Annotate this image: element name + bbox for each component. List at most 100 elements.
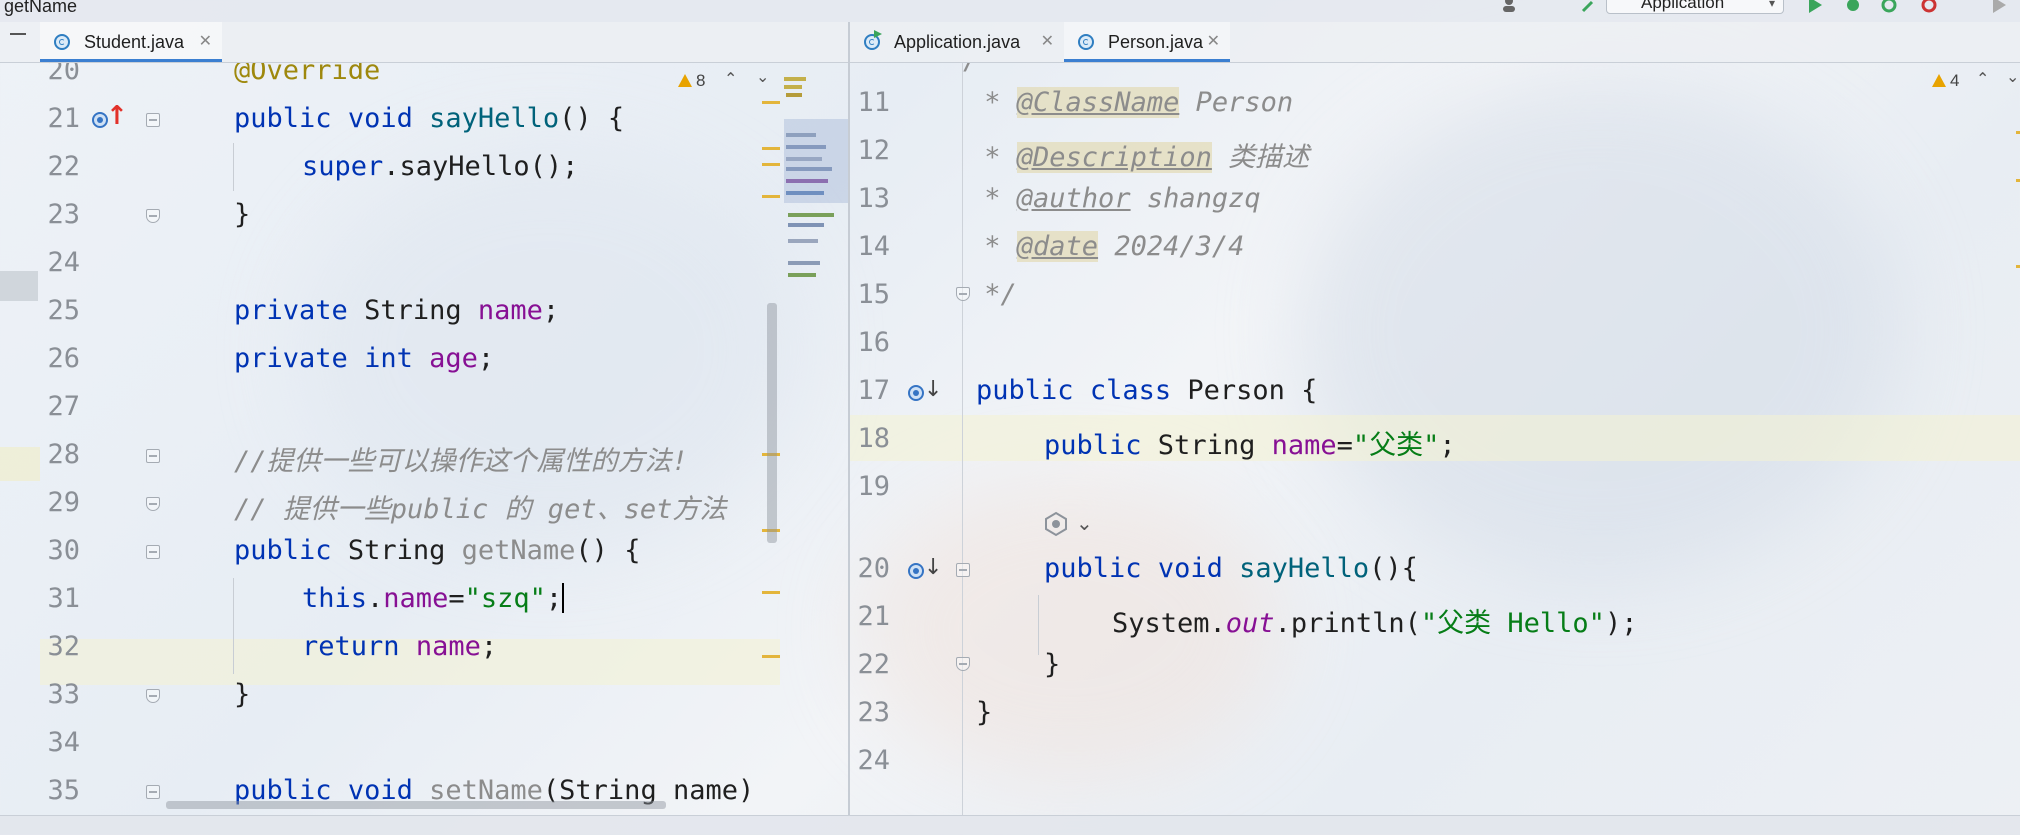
collapse-icon[interactable] bbox=[10, 33, 26, 35]
fold-end-icon[interactable] bbox=[146, 689, 160, 703]
warning-stripe-mark[interactable] bbox=[2016, 131, 2020, 134]
debug-icon[interactable] bbox=[1844, 0, 1862, 14]
line-number: 21 bbox=[857, 601, 890, 632]
coverage-icon[interactable] bbox=[1880, 0, 1898, 14]
warning-stripe-mark[interactable] bbox=[762, 101, 780, 104]
code-text: .println( bbox=[1274, 608, 1421, 639]
indent-guide bbox=[233, 143, 234, 191]
indent-guide bbox=[233, 578, 234, 674]
code-line-15: */ bbox=[968, 279, 1017, 310]
code-line-14: * @date 2024/3/4 bbox=[968, 231, 1244, 262]
line-number: 23 bbox=[47, 199, 80, 230]
code-text: ; bbox=[545, 583, 563, 614]
fold-icon[interactable] bbox=[146, 113, 160, 127]
close-icon[interactable]: ✕ bbox=[1207, 22, 1220, 62]
tab-application-java[interactable]: Application.java ✕ bbox=[850, 22, 1064, 62]
warning-stripe-mark[interactable] bbox=[762, 163, 780, 166]
code-text: ; bbox=[480, 631, 498, 662]
left-tab-bar: Student.java ✕ bbox=[0, 22, 848, 63]
comment-text: 类描述 bbox=[1211, 142, 1310, 173]
line-number: 16 bbox=[857, 327, 890, 358]
fold-icon[interactable] bbox=[956, 563, 970, 577]
keyword: super bbox=[302, 151, 384, 182]
comment-text: * bbox=[968, 142, 1017, 173]
java-class-icon bbox=[54, 34, 70, 50]
warning-stripe-mark[interactable] bbox=[762, 655, 780, 658]
overridden-icon[interactable] bbox=[908, 563, 924, 579]
top-toolbar: getName Application ▾ bbox=[0, 0, 2020, 22]
fold-icon[interactable] bbox=[146, 449, 160, 463]
window-title: getName bbox=[4, 0, 78, 16]
string-literal: "父类" bbox=[1352, 430, 1440, 461]
left-editor[interactable]: 20 21 22 23 24 25 26 27 28 29 30 31 32 3… bbox=[0, 63, 848, 815]
go-to-super-arrow-icon[interactable]: ↑ bbox=[106, 101, 128, 131]
tab-label: Application.java bbox=[894, 32, 1021, 52]
hammer-icon[interactable] bbox=[1580, 0, 1598, 14]
warning-stripe-mark[interactable] bbox=[762, 591, 780, 594]
method-name: sayHello bbox=[1239, 553, 1370, 584]
tab-student-java[interactable]: Student.java ✕ bbox=[40, 22, 222, 62]
code-line-33: } bbox=[234, 679, 250, 710]
code-line-20: public void sayHello(){ bbox=[1044, 553, 1418, 584]
close-icon[interactable]: ✕ bbox=[199, 22, 212, 62]
inspection-widget[interactable]: 8 bbox=[678, 71, 705, 91]
next-highlight-icon[interactable]: ⌄ bbox=[756, 67, 769, 86]
keyword: class bbox=[1089, 375, 1172, 406]
tab-label: Person.java bbox=[1108, 32, 1204, 52]
keyword: void bbox=[1157, 553, 1223, 584]
previous-highlight-icon[interactable]: ⌃ bbox=[724, 69, 737, 88]
keyword: public bbox=[234, 103, 332, 134]
ai-assistant-icon[interactable] bbox=[1043, 511, 1069, 537]
keyword: private bbox=[234, 343, 348, 374]
code-minimap[interactable] bbox=[784, 63, 848, 303]
minimap-line bbox=[788, 273, 816, 277]
run-configuration-select[interactable]: Application ▾ bbox=[1606, 0, 1784, 14]
previous-highlight-icon[interactable]: ⌃ bbox=[1976, 69, 1989, 88]
line-number: 33 bbox=[47, 679, 80, 710]
line-number: 28 bbox=[47, 439, 80, 470]
code-text: () { bbox=[575, 535, 641, 566]
close-icon[interactable]: ✕ bbox=[1041, 22, 1054, 62]
warning-stripe-mark[interactable] bbox=[2016, 265, 2020, 268]
next-highlight-icon[interactable]: ⌄ bbox=[2006, 67, 2019, 86]
vertical-scrollbar[interactable] bbox=[767, 303, 777, 543]
warning-icon bbox=[1932, 74, 1946, 87]
implemented-icon[interactable] bbox=[908, 385, 924, 401]
profiler-icon[interactable] bbox=[1920, 0, 1938, 14]
code-line-25: private String name; bbox=[234, 295, 559, 326]
inspection-widget[interactable]: 4 bbox=[1932, 71, 1959, 91]
fold-end-icon[interactable] bbox=[146, 497, 160, 511]
more-run-icon[interactable] bbox=[1990, 0, 2008, 14]
fold-icon[interactable] bbox=[146, 785, 160, 799]
text-caret bbox=[562, 583, 565, 613]
horizontal-scrollbar[interactable] bbox=[166, 801, 666, 809]
static-field: out bbox=[1225, 608, 1275, 639]
java-application-icon bbox=[864, 34, 880, 50]
gutter-separator bbox=[962, 63, 963, 815]
tab-person-java[interactable]: Person.java ✕ bbox=[1064, 22, 1230, 62]
code-line-32: return name; bbox=[302, 631, 497, 662]
java-class-icon bbox=[1078, 34, 1094, 50]
fold-icon[interactable] bbox=[146, 545, 160, 559]
annotation: @Override bbox=[234, 63, 381, 86]
go-to-overriding-arrow-icon[interactable]: ↓ bbox=[924, 555, 942, 580]
code-text: ; bbox=[477, 343, 495, 374]
field-name: name bbox=[383, 583, 449, 614]
keyword: public bbox=[976, 375, 1074, 406]
string-literal: "szq" bbox=[464, 583, 546, 614]
fold-end-icon[interactable] bbox=[146, 209, 160, 223]
code-text: Person { bbox=[1171, 375, 1318, 406]
code-line-17: public class Person { bbox=[976, 375, 1317, 406]
go-to-subclass-arrow-icon[interactable]: ↓ bbox=[924, 377, 942, 402]
fold-end-icon[interactable] bbox=[956, 657, 970, 671]
javadoc-tag: @date bbox=[1016, 231, 1099, 262]
warning-stripe-mark[interactable] bbox=[762, 195, 780, 198]
line-number: 15 bbox=[857, 279, 890, 310]
code-line-18: public String name="父类"; bbox=[1044, 423, 1456, 462]
warning-stripe-mark[interactable] bbox=[762, 147, 780, 150]
user-icon[interactable] bbox=[1500, 0, 1518, 14]
run-icon[interactable] bbox=[1806, 0, 1824, 14]
warning-stripe-mark[interactable] bbox=[2016, 179, 2020, 182]
chevron-down-icon[interactable]: ⌄ bbox=[1076, 511, 1093, 535]
right-editor[interactable]: / 11 12 13 14 15 16 17 18 19 20 21 22 23… bbox=[850, 63, 2020, 815]
